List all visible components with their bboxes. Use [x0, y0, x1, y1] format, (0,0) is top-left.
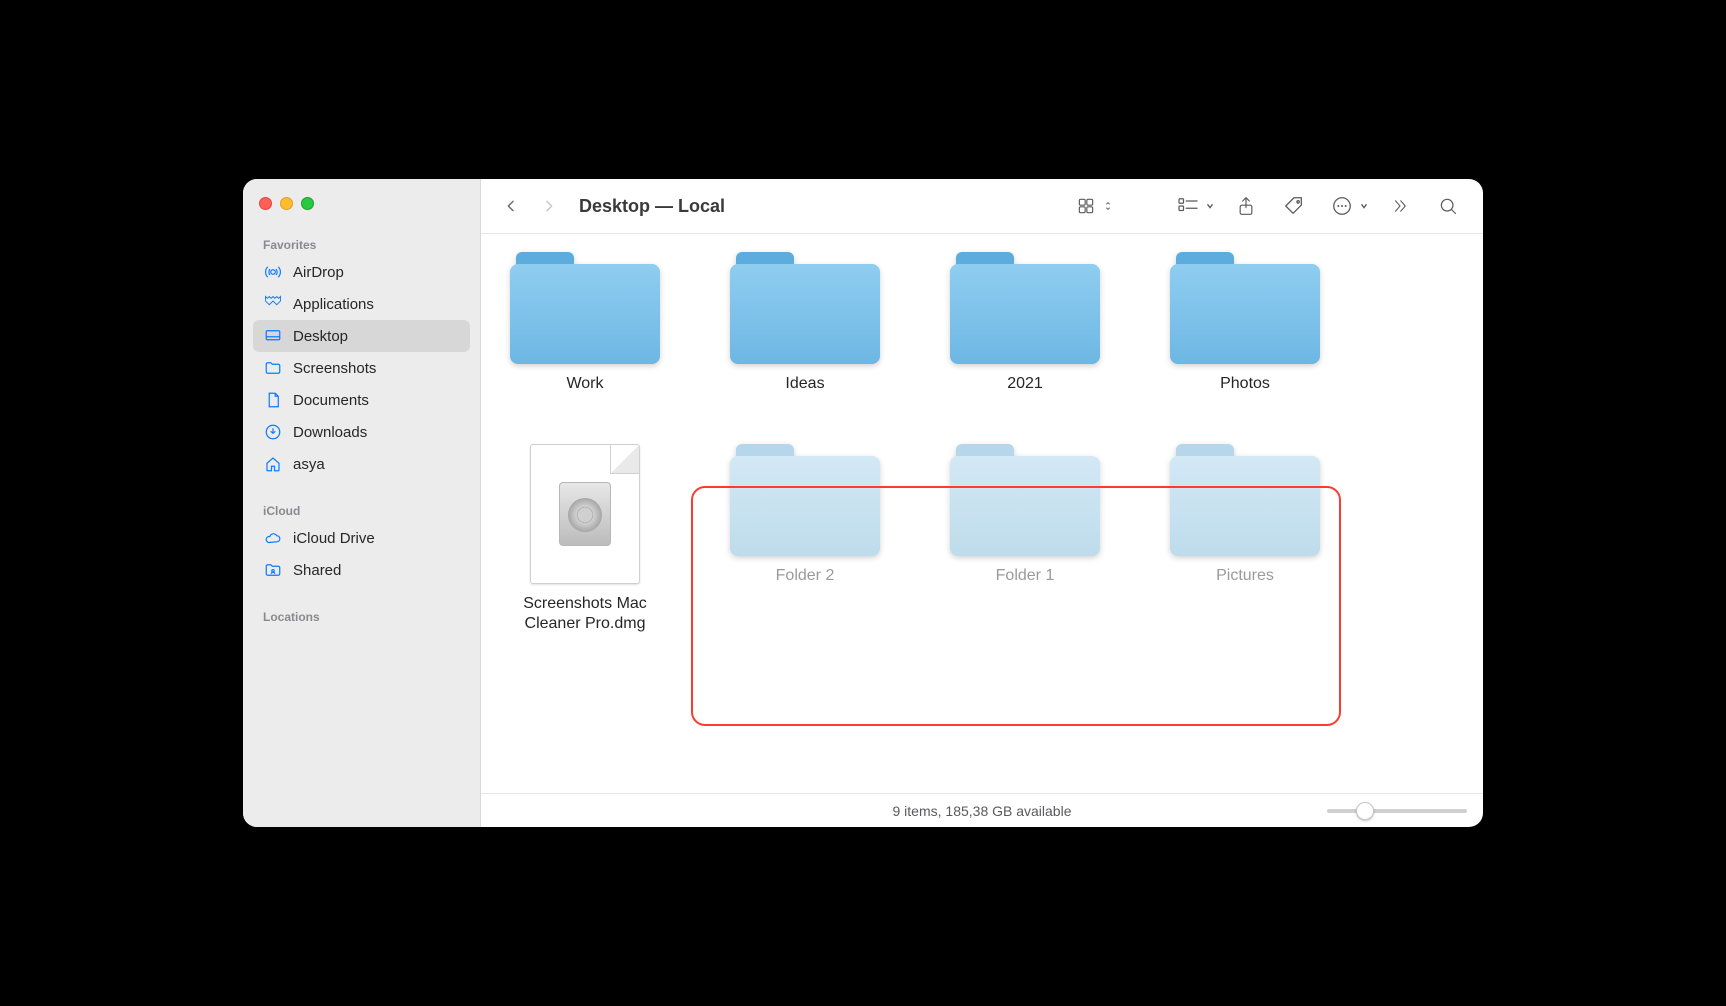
airdrop-icon: [263, 262, 283, 282]
folder-item-hidden[interactable]: Folder 2: [725, 444, 885, 634]
item-label: Folder 2: [776, 566, 835, 586]
sidebar-item-downloads[interactable]: Downloads: [253, 416, 470, 448]
chevrons-right-icon: [1391, 197, 1409, 215]
sidebar-item-screenshots[interactable]: Screenshots: [253, 352, 470, 384]
sidebar-item-shared[interactable]: Shared: [253, 554, 470, 586]
sidebar-item-label: Documents: [293, 392, 369, 409]
folder-item-hidden[interactable]: Folder 1: [945, 444, 1105, 634]
folder-icon: [263, 358, 283, 378]
item-label: Screenshots Mac Cleaner Pro.dmg: [505, 594, 665, 634]
item-label: 2021: [1007, 374, 1043, 394]
desktop-icon: [263, 326, 283, 346]
sidebar-item-label: Applications: [293, 296, 374, 313]
sidebar-item-label: Desktop: [293, 328, 348, 345]
chevron-down-icon: [1205, 201, 1215, 211]
sidebar-section-locations: Locations: [253, 604, 470, 628]
sidebar-item-label: iCloud Drive: [293, 530, 375, 547]
dmg-file-icon: [530, 444, 640, 584]
sidebar-item-label: Downloads: [293, 424, 367, 441]
window-controls: [253, 197, 470, 232]
view-mode-button[interactable]: [1069, 193, 1113, 219]
folder-item[interactable]: Photos: [1165, 252, 1325, 394]
icon-size-slider[interactable]: [1327, 809, 1467, 813]
document-icon: [263, 390, 283, 410]
zoom-window-button[interactable]: [301, 197, 314, 210]
item-label: Ideas: [785, 374, 824, 394]
status-text: 9 items, 185,38 GB available: [893, 803, 1072, 819]
sidebar-section-favorites: Favorites AirDrop Applications Desktop: [253, 232, 470, 480]
back-button[interactable]: [499, 194, 523, 218]
share-button[interactable]: [1229, 193, 1263, 219]
sidebar-item-airdrop[interactable]: AirDrop: [253, 256, 470, 288]
sidebar-item-desktop[interactable]: Desktop: [253, 320, 470, 352]
item-label: Photos: [1220, 374, 1270, 394]
tags-button[interactable]: [1277, 193, 1311, 219]
applications-icon: [263, 294, 283, 314]
slider-knob[interactable]: [1356, 802, 1374, 820]
sidebar: Favorites AirDrop Applications Desktop: [243, 179, 481, 827]
search-button[interactable]: [1431, 193, 1465, 219]
share-icon: [1236, 195, 1256, 217]
icon-view-icon: [1069, 193, 1103, 219]
file-grid[interactable]: Work Ideas 2021 Photos Screenshots Mac C…: [481, 234, 1483, 793]
folder-icon: [950, 444, 1100, 556]
sidebar-section-icloud: iCloud iCloud Drive Shared: [253, 498, 470, 586]
folder-icon: [1170, 444, 1320, 556]
close-window-button[interactable]: [259, 197, 272, 210]
sidebar-item-label: Shared: [293, 562, 341, 579]
sidebar-item-home[interactable]: asya: [253, 448, 470, 480]
tag-icon: [1283, 195, 1305, 217]
chevron-updown-icon: [1103, 201, 1113, 211]
sidebar-item-label: AirDrop: [293, 264, 344, 281]
toolbar: Desktop — Local: [481, 179, 1483, 234]
download-icon: [263, 422, 283, 442]
main-area: Desktop — Local: [481, 179, 1483, 827]
item-label: Folder 1: [996, 566, 1055, 586]
ellipsis-circle-icon: [1325, 193, 1359, 219]
folder-item[interactable]: 2021: [945, 252, 1105, 394]
search-icon: [1438, 196, 1458, 216]
sidebar-item-label: Screenshots: [293, 360, 376, 377]
folder-icon: [510, 252, 660, 364]
minimize-window-button[interactable]: [280, 197, 293, 210]
folder-icon: [730, 252, 880, 364]
sidebar-item-documents[interactable]: Documents: [253, 384, 470, 416]
sidebar-item-applications[interactable]: Applications: [253, 288, 470, 320]
sidebar-item-label: asya: [293, 456, 325, 473]
folder-item[interactable]: Ideas: [725, 252, 885, 394]
sidebar-section-label: iCloud: [253, 498, 470, 522]
toolbar-overflow-button[interactable]: [1383, 193, 1417, 219]
group-by-button[interactable]: [1171, 193, 1215, 219]
folder-item-hidden[interactable]: Pictures: [1165, 444, 1325, 634]
shared-folder-icon: [263, 560, 283, 580]
sidebar-section-label: Locations: [253, 604, 470, 628]
folder-icon: [1170, 252, 1320, 364]
window-title: Desktop — Local: [579, 196, 725, 217]
item-label: Pictures: [1216, 566, 1274, 586]
cloud-icon: [263, 528, 283, 548]
file-item[interactable]: Screenshots Mac Cleaner Pro.dmg: [505, 444, 665, 634]
folder-icon: [950, 252, 1100, 364]
home-icon: [263, 454, 283, 474]
forward-button[interactable]: [537, 194, 561, 218]
finder-window: Favorites AirDrop Applications Desktop: [243, 179, 1483, 827]
folder-item[interactable]: Work: [505, 252, 665, 394]
action-menu-button[interactable]: [1325, 193, 1369, 219]
folder-icon: [730, 444, 880, 556]
group-icon: [1171, 193, 1205, 219]
sidebar-item-icloud-drive[interactable]: iCloud Drive: [253, 522, 470, 554]
item-label: Work: [566, 374, 603, 394]
sidebar-section-label: Favorites: [253, 232, 470, 256]
status-bar: 9 items, 185,38 GB available: [481, 793, 1483, 827]
chevron-down-icon: [1359, 201, 1369, 211]
